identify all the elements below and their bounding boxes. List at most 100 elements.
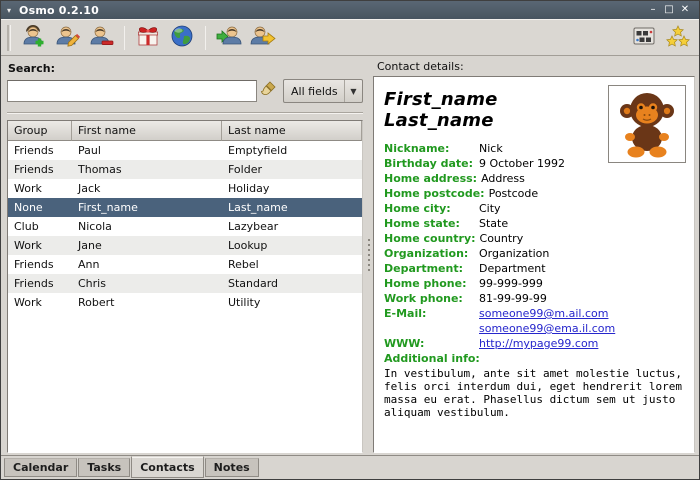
contact-link[interactable]: someone99@m.ail.com <box>479 306 615 321</box>
person-export-icon <box>250 23 276 53</box>
stars-icon <box>665 23 691 53</box>
cell: Last_name <box>222 198 362 217</box>
contact-row[interactable]: WorkJaneLookup <box>8 236 362 255</box>
detail-field-row: Nickname:Nick <box>384 141 600 156</box>
monkey-plush-image <box>610 86 684 163</box>
contact-fields: Nickname:NickBirthday date:9 October 199… <box>384 141 686 351</box>
pane-splitter[interactable] <box>365 56 373 455</box>
preferences-button[interactable] <box>627 23 661 53</box>
splitter-grip-icon <box>368 239 370 273</box>
field-value: State <box>479 216 508 231</box>
cell: None <box>8 198 72 217</box>
toolbar <box>1 19 699 56</box>
show-location-button[interactable] <box>165 23 199 53</box>
cell: Friends <box>8 160 72 179</box>
gift-icon <box>135 23 161 53</box>
toolbar-grip[interactable] <box>7 25 11 51</box>
detail-field-row: WWW:http://mypage99.com <box>384 336 686 351</box>
window-title: Osmo 0.2.10 <box>19 4 645 17</box>
additional-info-label: Additional info: <box>384 351 686 366</box>
globe-icon <box>169 23 195 53</box>
toolbar-separator <box>205 26 206 50</box>
birthdays-button[interactable] <box>131 23 165 53</box>
field-value: Nick <box>479 141 503 156</box>
detail-field-row: Home city:City <box>384 201 686 216</box>
tab-notes[interactable]: Notes <box>205 458 259 477</box>
clear-search-button[interactable] <box>257 79 281 103</box>
contact-row[interactable]: FriendsPaulEmptyfield <box>8 141 362 160</box>
cell: Work <box>8 293 72 312</box>
search-field-combo[interactable]: All fields ▼ <box>283 79 363 103</box>
preferences-icon <box>631 23 657 53</box>
cell: Emptyfield <box>222 141 362 160</box>
contact-row[interactable]: ClubNicolaLazybear <box>8 217 362 236</box>
add-contact-button[interactable] <box>16 23 50 53</box>
column-header-last-name[interactable]: Last name <box>222 121 362 141</box>
cell: Friends <box>8 255 72 274</box>
contact-photo <box>608 85 686 163</box>
contacts-table: Group First name Last name FriendsPaulEm… <box>7 120 363 453</box>
brush-icon <box>260 80 278 102</box>
export-contacts-button[interactable] <box>246 23 280 53</box>
field-value: 9 October 1992 <box>479 156 565 171</box>
field-value: 99-999-999 <box>479 276 543 291</box>
cell: Chris <box>72 274 222 293</box>
field-label: Work phone: <box>384 291 479 306</box>
person-add-icon <box>20 23 46 53</box>
maximize-button[interactable]: □ <box>661 2 677 18</box>
import-contacts-button[interactable] <box>212 23 246 53</box>
cell: Work <box>8 236 72 255</box>
cell: Paul <box>72 141 222 160</box>
tab-tasks[interactable]: Tasks <box>78 458 130 477</box>
tab-contacts[interactable]: Contacts <box>131 456 203 478</box>
cell: First_name <box>72 198 222 217</box>
detail-field-row: Department:Department <box>384 261 686 276</box>
cell: Jack <box>72 179 222 198</box>
contact-row[interactable]: FriendsChrisStandard <box>8 274 362 293</box>
detail-field-row: Home state:State <box>384 216 686 231</box>
field-label: Birthday date: <box>384 156 479 171</box>
cell: Lazybear <box>222 217 362 236</box>
detail-field-row: E-Mail:someone99@m.ail.comsomeone99@ema.… <box>384 306 686 336</box>
combo-selected-value: All fields <box>284 85 344 98</box>
contact-row[interactable]: WorkRobertUtility <box>8 293 362 312</box>
minimize-button[interactable]: – <box>645 2 661 18</box>
contact-link[interactable]: someone99@ema.il.com <box>479 321 615 336</box>
cell: Lookup <box>222 236 362 255</box>
shade-window-icon[interactable]: ▾ <box>7 6 11 15</box>
contact-row[interactable]: FriendsAnnRebel <box>8 255 362 274</box>
contact-row[interactable]: NoneFirst_nameLast_name <box>8 198 362 217</box>
field-label: E-Mail: <box>384 306 479 336</box>
field-label: Home phone: <box>384 276 479 291</box>
contacts-list-pane: Search: All fields ▼ <box>1 56 365 455</box>
close-button[interactable]: ✕ <box>677 2 693 18</box>
detail-field-row: Home country:Country <box>384 231 686 246</box>
tab-calendar[interactable]: Calendar <box>4 458 77 477</box>
details-caption: Contact details: <box>377 60 695 73</box>
column-header-first-name[interactable]: First name <box>72 121 222 141</box>
cell: Ann <box>72 255 222 274</box>
person-edit-icon <box>54 23 80 53</box>
cell: Work <box>8 179 72 198</box>
remove-contact-button[interactable] <box>84 23 118 53</box>
cell: Friends <box>8 141 72 160</box>
cell: Utility <box>222 293 362 312</box>
person-import-icon <box>216 23 242 53</box>
contact-row[interactable]: WorkJackHoliday <box>8 179 362 198</box>
cell: Thomas <box>72 160 222 179</box>
search-input[interactable] <box>7 80 257 102</box>
edit-contact-button[interactable] <box>50 23 84 53</box>
search-row: All fields ▼ <box>7 79 363 103</box>
search-label: Search: <box>8 62 363 75</box>
detail-field-row: Work phone:81-99-99-99 <box>384 291 686 306</box>
contact-row[interactable]: FriendsThomasFolder <box>8 160 362 179</box>
field-label: Home city: <box>384 201 479 216</box>
cell: Nicola <box>72 217 222 236</box>
field-label: Organization: <box>384 246 479 261</box>
cell: Friends <box>8 274 72 293</box>
field-value: Postcode <box>489 186 539 201</box>
contact-link[interactable]: http://mypage99.com <box>479 336 598 351</box>
column-header-group[interactable]: Group <box>8 121 72 141</box>
about-button[interactable] <box>661 23 695 53</box>
field-value: Organization <box>479 246 549 261</box>
